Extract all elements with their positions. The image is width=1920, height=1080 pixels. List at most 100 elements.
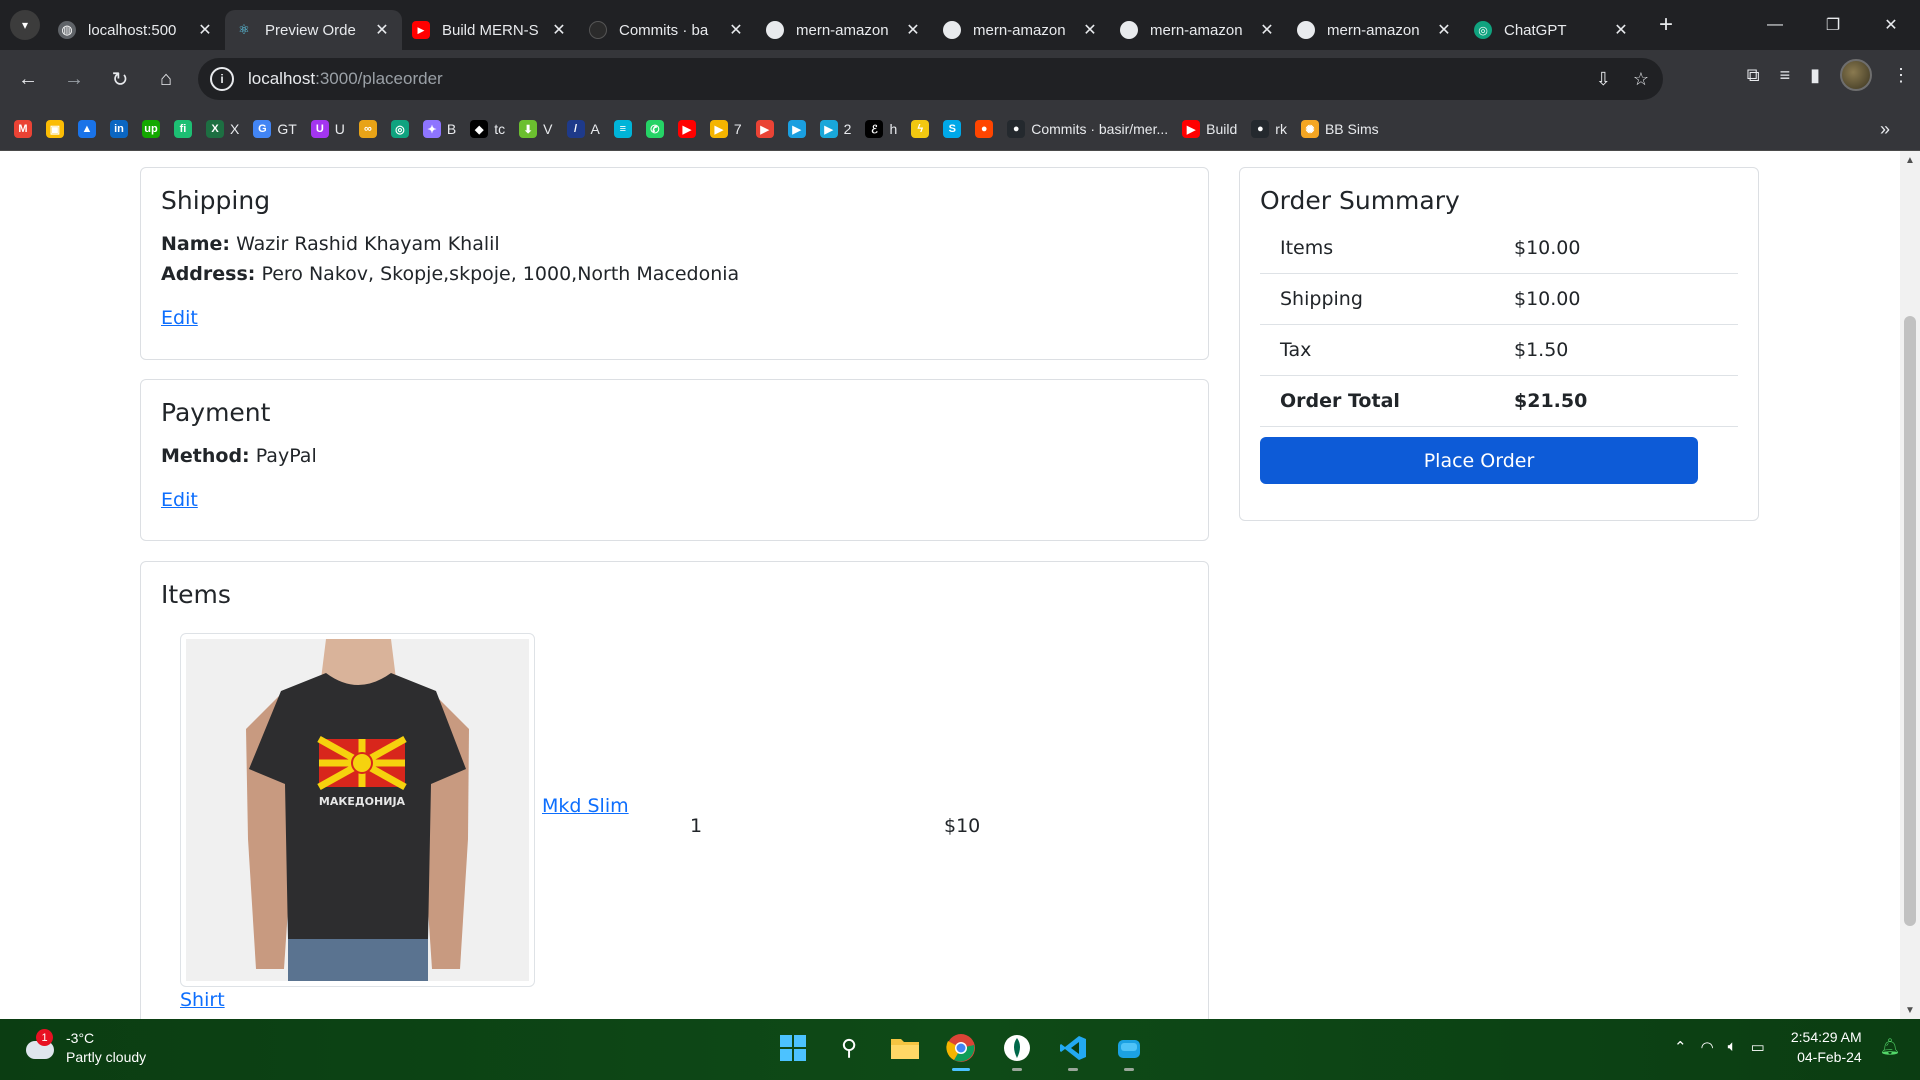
bookmark-download-13[interactable]: ⬇ V [519,120,553,138]
scroll-down-arrow-icon[interactable]: ▼ [1900,1001,1920,1019]
vscode-icon[interactable] [1056,1027,1090,1071]
mongodb-compass-icon[interactable] [1000,1027,1034,1071]
bookmark-drive-2[interactable]: ▲ [78,120,96,138]
bookmark-youtube-27[interactable]: ▶ Build [1182,120,1237,138]
browser-toolbar: ← → ↻ ⌂ i localhost:3000/placeorder ⇩ ☆ … [0,50,1920,108]
bookmark-video-18[interactable]: ▶ 7 [709,120,742,138]
onedrive-icon[interactable] [1112,1027,1146,1071]
tab-localhost[interactable]: ◍ localhost:500 ✕ [48,10,225,50]
coursera-icon: ∞ [358,120,377,138]
restore-icon[interactable]: ❐ [1804,0,1862,50]
site-info-icon[interactable]: i [210,67,234,91]
media-controls-icon[interactable]: ≡ [1780,65,1791,86]
notification-bell-icon[interactable]: 🔔︎ [1880,1037,1900,1057]
window-close-icon[interactable]: ✕ [1862,0,1920,50]
bookmark-google-translate-7[interactable]: G GT [253,120,297,138]
bookmark-play-cyan-21[interactable]: ▶ 2 [819,120,851,138]
reload-icon[interactable]: ↻ [100,59,140,99]
menu-kebab-icon[interactable]: ⋮ [1892,65,1910,86]
profile-avatar[interactable] [1840,59,1872,91]
tab-mern-amazon-1[interactable]: mern-amazon ✕ [756,10,933,50]
scroll-thumb[interactable] [1904,316,1916,926]
windows-start-icon[interactable] [776,1027,810,1069]
bookmark-chatgpt-10[interactable]: ◎ [390,120,409,138]
more-bookmarks-icon[interactable]: » [1880,119,1890,140]
bookmark-tc-12[interactable]: ◆ tc [470,120,505,138]
tab-mern-amazon-4[interactable]: mern-amazon ✕ [1287,10,1464,50]
side-panel-icon[interactable]: ▮ [1810,65,1820,86]
close-icon[interactable]: ✕ [726,20,746,40]
product-name-link[interactable]: Mkd Slim [542,795,629,817]
bookmark-coursera-9[interactable]: ∞ [358,120,377,138]
weather-widget[interactable]: 1 -3°C Partly cloudy [22,1029,146,1067]
bookmark-udemy-8[interactable]: UU [310,120,345,138]
place-order-button[interactable]: Place Order [1260,437,1698,484]
minimize-icon[interactable]: — [1746,0,1804,50]
tab-preview-order[interactable]: ⚛ Preview Orde ✕ [225,10,402,50]
shipping-address: Address: Pero Nakov, Skopje,skpoje, 1000… [161,259,1188,289]
bookmark-bar-15[interactable]: ≡ [613,120,632,138]
e-icon: ℰ [865,120,884,138]
wifi-icon[interactable]: ◠ [1701,1038,1714,1056]
bookmark-s-24[interactable]: S [943,120,962,138]
tab-search-button[interactable]: ▾ [10,10,40,40]
chrome-icon[interactable] [944,1027,978,1071]
product-thumbnail[interactable]: МАКЕДОНИЈА [180,633,535,987]
product-name-link-wrap[interactable]: Shirt [180,989,225,1011]
play-red-icon: ▶ [755,120,774,138]
bookmark-photos-1[interactable]: ▣ [46,120,64,138]
close-icon[interactable]: ✕ [549,20,569,40]
extensions-icon[interactable]: ⧉ [1747,65,1760,86]
chevron-up-icon[interactable]: ⌃ [1674,1038,1687,1056]
volume-icon[interactable]: 🔈︎ [1728,1038,1737,1056]
bookmark-gmail-0[interactable]: M [14,120,32,138]
shipping-edit-link[interactable]: Edit [161,307,1188,329]
bookmark-label: Commits · basir/mer... [1031,121,1169,137]
bookmark-fiverr-5[interactable]: fi [174,120,192,138]
scroll-up-arrow-icon[interactable]: ▲ [1900,151,1920,169]
url-text[interactable]: localhost:3000/placeorder [248,69,443,89]
back-arrow-icon[interactable]: ← [8,59,48,99]
bookmark-star-icon[interactable]: ☆ [1633,69,1649,90]
bookmark-play-blue-20[interactable]: ▶ [787,120,806,138]
battery-icon[interactable]: ▭ [1751,1038,1765,1056]
page-scrollbar[interactable]: ▲ ▼ [1900,151,1920,1019]
bookmark-reddit-25[interactable]: ● [975,120,994,138]
close-icon[interactable]: ✕ [1080,20,1100,40]
close-icon[interactable]: ✕ [903,20,923,40]
clock[interactable]: 2:54:29 AM 04-Feb-24 [1791,1027,1862,1067]
tab-title: Commits · ba [619,21,709,39]
search-icon[interactable]: ⚲ [832,1027,866,1069]
bookmark-play-red-19[interactable]: ▶ [755,120,774,138]
address-bar[interactable]: i localhost:3000/placeorder ⇩ ☆ [198,58,1663,100]
bookmark-whatsapp-16[interactable]: ✆ [645,120,664,138]
tab-build-mern[interactable]: ▶ Build MERN-S ✕ [402,10,579,50]
close-icon[interactable]: ✕ [1611,20,1631,40]
install-app-icon[interactable]: ⇩ [1596,69,1611,90]
bookmark-youtube-17[interactable]: ▶ [677,120,696,138]
bookmark-sun-29[interactable]: ✺ BB Sims [1300,120,1379,138]
tab-mern-amazon-3[interactable]: mern-amazon ✕ [1110,10,1287,50]
bookmark-linkedin-3[interactable]: in [110,120,128,138]
close-icon[interactable]: ✕ [1257,20,1277,40]
close-icon[interactable]: ✕ [195,20,215,40]
bookmark-github-28[interactable]: ● rk [1251,120,1287,138]
new-tab-button[interactable]: + [1659,11,1673,39]
tab-commits[interactable]: Commits · ba ✕ [579,10,756,50]
file-explorer-icon[interactable] [888,1027,922,1069]
tab-chatgpt[interactable]: ◎ ChatGPT ✕ [1464,10,1641,50]
bookmark-upwork-4[interactable]: up [142,120,160,138]
chatgpt-icon: ◎ [390,120,409,138]
bookmark-e-22[interactable]: ℰh [865,120,897,138]
bookmark-github-26[interactable]: ● Commits · basir/mer... [1007,120,1168,138]
forward-arrow-icon[interactable]: → [54,59,94,99]
bookmark-bolt-23[interactable]: ϟ [911,120,930,138]
home-icon[interactable]: ⌂ [146,59,186,99]
close-icon[interactable]: ✕ [372,20,392,40]
close-icon[interactable]: ✕ [1434,20,1454,40]
bookmark-excel-6[interactable]: XX [206,120,239,138]
payment-edit-link[interactable]: Edit [161,489,1188,511]
bookmark-gemini-11[interactable]: ✦ B [422,120,456,138]
bookmark-a-14[interactable]: / A [566,120,600,138]
tab-mern-amazon-2[interactable]: mern-amazon ✕ [933,10,1110,50]
